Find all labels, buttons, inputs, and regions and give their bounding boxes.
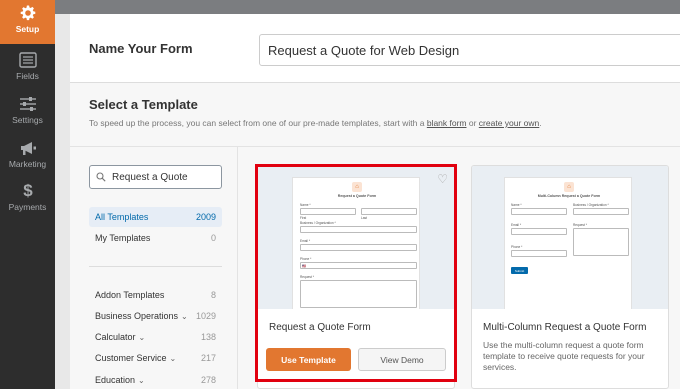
category-label: Addon Templates [95,290,165,300]
category-education[interactable]: Education ⌄ 278 [89,370,222,389]
desc-mid: or [466,118,479,128]
left-rail: Setup Fields Settings Marketing $ Paymen… [0,0,55,389]
mini-form-preview: ⌂ Multi-Column Request a Quote Form Name… [504,177,632,309]
chevron-down-icon: ⌄ [169,354,177,363]
divider-vertical [237,147,238,389]
rail-item-payments[interactable]: $ Payments [0,181,55,225]
fields-icon [18,52,37,68]
category-all-templates[interactable]: All Templates 2009 [89,207,222,227]
template-card-multi-column-quote[interactable]: ⌂ Multi-Column Request a Quote Form Name… [471,165,669,389]
mini-submit-button: Submit [511,267,528,274]
chevron-down-icon: ⌄ [138,376,145,385]
mini-phone-field [511,250,567,257]
sliders-icon [19,97,36,111]
dollar-icon: $ [23,181,33,199]
name-form-label: Name Your Form [89,41,193,56]
mini-phone-label: Phone * [511,245,523,249]
mini-email-label: Email * [511,223,522,227]
category-separator [89,266,222,267]
mini-request-label: Request * [573,223,587,227]
search-icon [96,172,106,182]
mini-email-field [511,228,567,235]
svg-text:$: $ [23,181,33,199]
category-count: 8 [210,290,216,300]
chevron-down-icon: ⌄ [138,333,146,342]
form-name-input[interactable] [259,34,680,66]
rail-label-settings: Settings [12,115,43,125]
category-count: 138 [200,332,216,342]
template-card-description: Use the multi-column request a quote for… [483,340,645,372]
search-value: Request a Quote [112,171,188,183]
select-template-title: Select a Template [89,97,198,112]
mini-request-field [573,228,629,256]
name-form-row: Name Your Form [70,14,680,83]
category-label: Education [95,375,136,385]
form-logo-icon: ⌂ [564,182,574,192]
category-business-operations[interactable]: Business Operations ⌄ 1029 [89,306,222,326]
mini-name-field [511,208,567,215]
mini-business-label: Business / Organization * [573,203,609,207]
category-calculator[interactable]: Calculator ⌄ 138 [89,327,222,347]
category-my-templates[interactable]: My Templates 0 [89,228,222,248]
category-label: All Templates [95,212,149,222]
category-count: 278 [200,375,216,385]
rail-label-marketing: Marketing [8,159,47,169]
category-count: 217 [200,353,216,363]
desc-prefix: To speed up the process, you can select … [89,118,427,128]
rail-label-setup: Setup [15,24,40,34]
category-addon-templates[interactable]: Addon Templates 8 [89,285,222,305]
use-template-button[interactable]: Use Template [266,348,351,371]
divider [70,146,680,147]
template-preview: ⌂ Multi-Column Request a Quote Form Name… [472,166,668,309]
create-your-own-link[interactable]: create your own [479,118,539,128]
mini-form-title: Multi-Column Request a Quote Form [537,194,601,198]
category-count: 1029 [195,311,216,321]
rail-item-setup[interactable]: Setup [0,0,55,44]
category-count: 2009 [195,212,216,222]
mini-business-field [573,208,629,215]
rail-item-settings[interactable]: Settings [0,92,55,136]
template-search-input[interactable]: Request a Quote [89,165,222,189]
rail-label-fields: Fields [16,71,39,81]
gear-icon [20,5,35,21]
content-gutter [55,14,70,389]
category-label: My Templates [95,233,151,243]
rail-item-fields[interactable]: Fields [0,48,55,92]
mini-name-label: Name * [511,203,522,207]
megaphone-icon [20,142,36,155]
blank-form-link[interactable]: blank form [427,118,467,128]
chevron-down-icon: ⌄ [181,312,188,321]
view-demo-button[interactable]: View Demo [358,348,446,371]
template-card-title: Multi-Column Request a Quote Form [483,322,647,333]
category-count: 0 [210,233,216,243]
category-customer-service[interactable]: Customer Service ⌄ 217 [89,348,222,368]
category-label: Business Operations [95,311,179,321]
rail-label-payments: Payments [8,202,47,212]
top-bar [55,0,680,14]
category-label: Customer Service [95,353,167,363]
select-template-description: To speed up the process, you can select … [89,118,542,128]
rail-item-marketing[interactable]: Marketing [0,137,55,181]
category-label: Calculator [95,332,136,342]
desc-suffix: . [539,118,542,128]
